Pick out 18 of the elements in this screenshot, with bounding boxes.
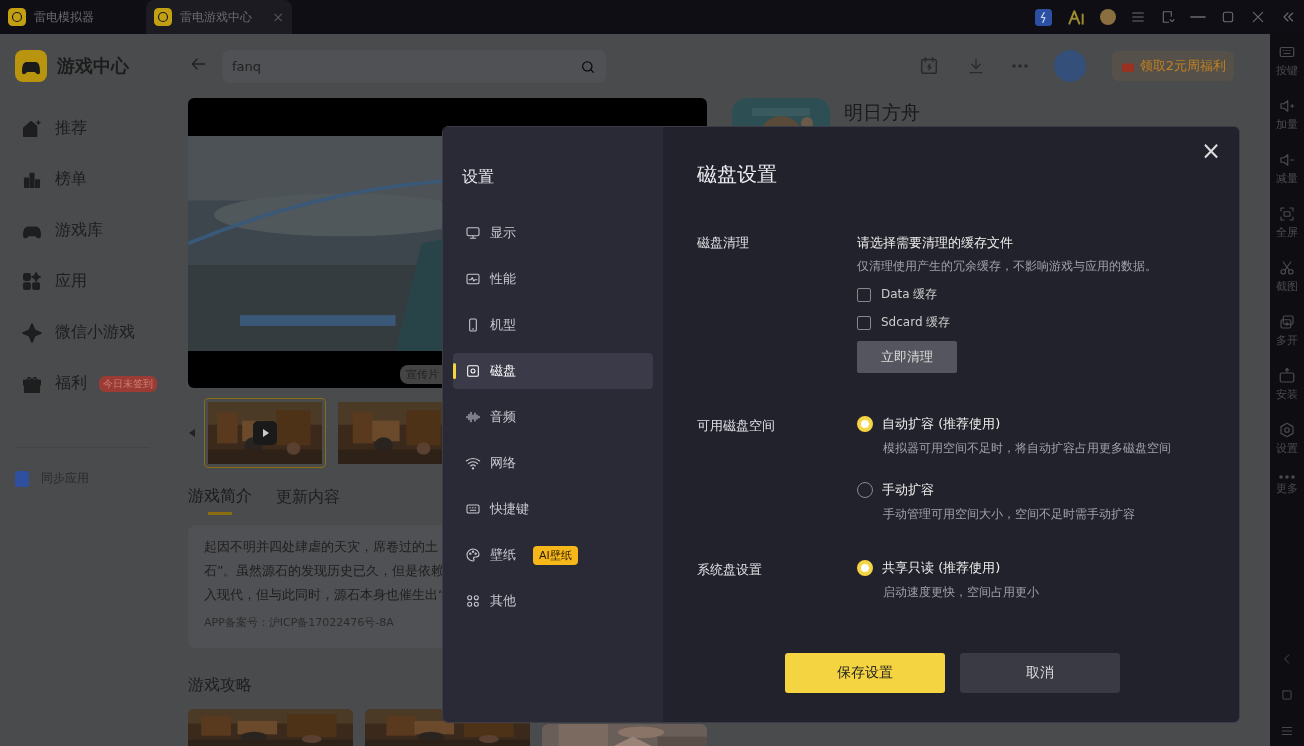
section-heading: 磁盘设置 [697, 161, 777, 188]
checkbox-label: Data 缓存 [881, 286, 938, 303]
radio-label: 手动扩容 [882, 481, 934, 499]
checkbox-label: Sdcard 缓存 [881, 314, 951, 331]
hint-text: 启动速度更快，空间占用更小 [883, 584, 1039, 601]
dialog-title: 设置 [461, 166, 495, 188]
setting-label: 可用磁盘空间 [697, 417, 776, 435]
tab-label: 雷电模拟器 [34, 8, 94, 26]
setting-label: 磁盘清理 [697, 234, 750, 252]
radio-label: 自动扩容 (推荐使用) [882, 415, 1001, 433]
new-badge: AI壁纸 [533, 545, 578, 565]
radio-label: 共享只读 (推荐使用) [882, 559, 1001, 577]
tab-label: 雷电游戏中心 [180, 8, 252, 26]
hint-text: 模拟器可用空间不足时，将自动扩容占用更多磁盘空间 [883, 440, 1171, 457]
hint-text: 手动管理可用空间大小，空间不足时需手动扩容 [883, 506, 1136, 523]
hint-text: 仅清理使用产生的冗余缓存，不影响游戏与应用的数据。 [857, 258, 1157, 275]
prompt-text: 请选择需要清理的缓存文件 [857, 234, 1014, 252]
setting-label: 系统盘设置 [697, 561, 763, 579]
